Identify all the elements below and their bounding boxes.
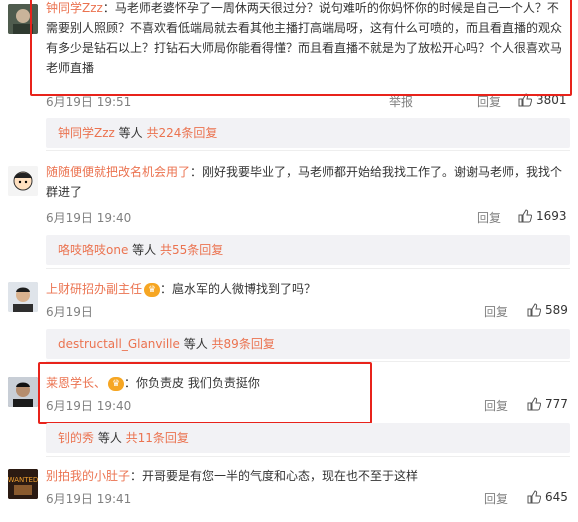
reply-count-link[interactable]: 共55条回复 xyxy=(160,243,223,257)
avatar-image xyxy=(8,377,38,407)
reply-mid-text: 等人 xyxy=(128,243,160,257)
avatar[interactable] xyxy=(8,282,38,312)
avatar[interactable] xyxy=(8,166,38,196)
reply-count-link[interactable]: 共89条回复 xyxy=(212,337,275,351)
divider xyxy=(46,150,570,151)
comment-username[interactable]: 别拍我的小肚子 xyxy=(46,469,130,483)
like-button[interactable]: 589 xyxy=(527,303,568,317)
reply-mid-text: 等人 xyxy=(114,126,147,140)
avatar-image xyxy=(8,166,38,196)
highlight-box xyxy=(38,362,372,424)
thumbs-up-icon xyxy=(527,303,541,317)
svg-text:WANTED: WANTED xyxy=(8,476,38,484)
divider xyxy=(46,268,570,269)
reply-summary[interactable]: 咯吱咯吱one 等人 共55条回复 xyxy=(46,235,570,265)
like-button[interactable]: 1693 xyxy=(518,209,567,223)
reply-summary[interactable]: destructall_Glanville 等人 共89条回复 xyxy=(46,329,570,359)
reply-mid-text: 等人 xyxy=(94,431,126,445)
reply-button[interactable]: 回复 xyxy=(477,209,501,226)
like-button[interactable]: 645 xyxy=(527,490,568,504)
reply-button[interactable]: 回复 xyxy=(484,490,508,507)
like-count: 645 xyxy=(545,490,568,504)
comment-username[interactable]: 上财研招办副主任 xyxy=(46,282,142,296)
reply-summary[interactable]: 钊的秀 等人 共11条回复 xyxy=(46,423,570,453)
vip-badge-icon: ♛ xyxy=(144,282,161,297)
thumbs-up-icon xyxy=(527,490,541,504)
like-count: 589 xyxy=(545,303,568,317)
divider xyxy=(46,456,570,457)
like-count: 777 xyxy=(545,397,568,411)
comment-body: ：扈水军的人微博找到了吗？ xyxy=(160,282,317,296)
reply-count-link[interactable]: 共11条回复 xyxy=(126,431,189,445)
reply-button[interactable]: 回复 xyxy=(484,303,508,320)
reply-count-link[interactable]: 共224条回复 xyxy=(146,126,217,140)
comment-time: 6月19日 xyxy=(46,305,93,319)
comment-body: ：开哥要是有您一半的气度和心态，现在也不至于这样 xyxy=(130,469,419,483)
reply-summary[interactable]: 钟同学Zzz 等人 共224条回复 xyxy=(46,118,570,148)
comment-text: 别拍我的小肚子：开哥要是有您一半的气度和心态，现在也不至于这样 xyxy=(46,466,568,486)
like-count: 1693 xyxy=(536,209,567,223)
avatar-image: WANTED xyxy=(8,469,38,499)
avatar-image xyxy=(8,282,38,312)
reply-button[interactable]: 回复 xyxy=(484,397,508,414)
reply-username[interactable]: 钊的秀 xyxy=(58,431,94,445)
comment-time: 6月19日 19:41 xyxy=(46,492,132,506)
reply-username[interactable]: 咯吱咯吱one xyxy=(58,243,128,257)
comment-text: 随随便便就把改名机会用了：刚好我要毕业了，马老师都开始给我找工作了。谢谢马老师，… xyxy=(46,162,568,202)
comment-username[interactable]: 随随便便就把改名机会用了 xyxy=(46,165,190,179)
thumbs-up-icon xyxy=(527,397,541,411)
thumbs-up-icon xyxy=(518,209,532,223)
reply-username[interactable]: 钟同学Zzz xyxy=(58,126,115,140)
like-button[interactable]: 777 xyxy=(527,397,568,411)
comment-time: 6月19日 19:40 xyxy=(46,211,132,225)
highlight-box xyxy=(30,0,572,96)
avatar[interactable] xyxy=(8,377,38,407)
reply-username[interactable]: destructall_Glanville xyxy=(58,337,180,351)
reply-mid-text: 等人 xyxy=(179,337,212,351)
avatar[interactable]: WANTED xyxy=(8,469,38,499)
comment-text: 上财研招办副主任 ♛ ：扈水军的人微博找到了吗？ xyxy=(46,279,568,299)
